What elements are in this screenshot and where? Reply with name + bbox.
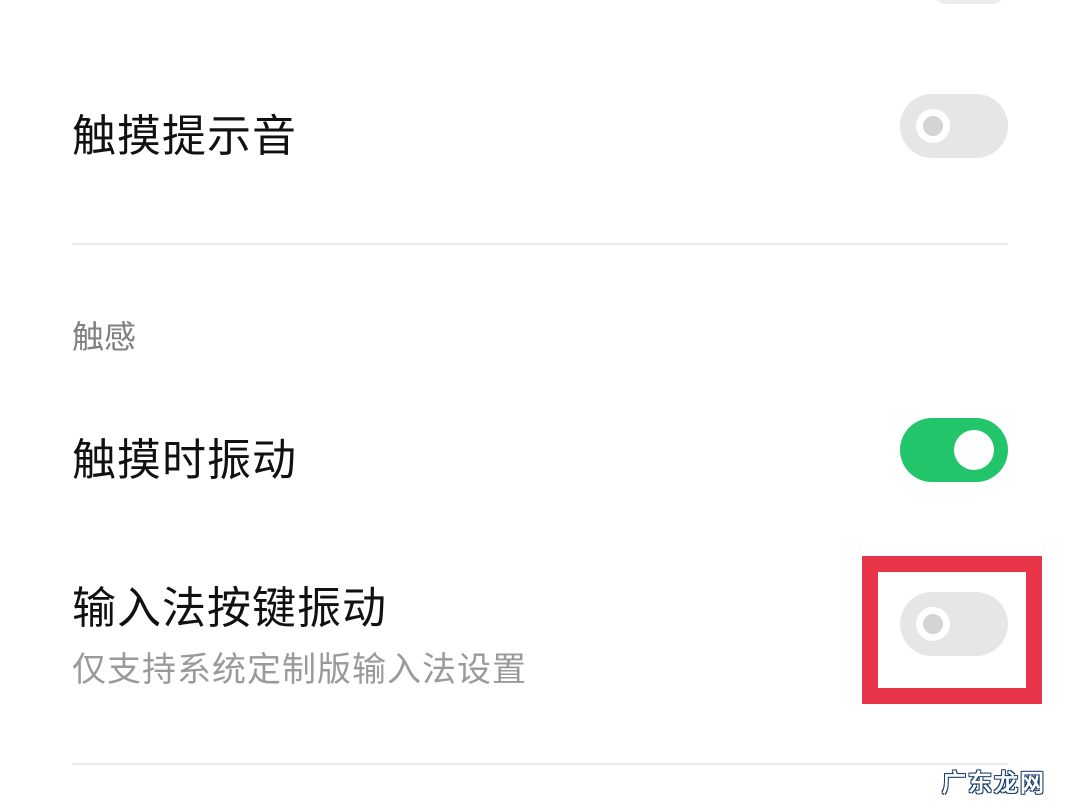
touch-sound-label: 触摸提示音 bbox=[72, 111, 297, 162]
keyboard-vibration-description: 仅支持系统定制版输入法设置 bbox=[72, 650, 527, 690]
toggle-knob bbox=[916, 109, 950, 143]
divider bbox=[72, 243, 1008, 245]
watermark-logo: 广东龙网 bbox=[942, 769, 1046, 797]
vibrate-on-touch-label: 触摸时振动 bbox=[72, 435, 297, 486]
touch-sound-toggle[interactable] bbox=[900, 94, 1008, 158]
vibrate-on-touch-toggle[interactable] bbox=[900, 418, 1008, 482]
settings-screen: 触摸提示音 触感 触摸时振动 输入法按键振动 仅支持系统定制版输入法设置 广东龙… bbox=[0, 0, 1080, 810]
haptics-section-header: 触感 bbox=[72, 318, 137, 356]
toggle-knob bbox=[954, 430, 994, 470]
partial-toggle-above[interactable] bbox=[930, 0, 1008, 4]
highlight-annotation-box bbox=[862, 556, 1042, 704]
keyboard-vibration-label: 输入法按键振动 bbox=[72, 583, 387, 634]
divider bbox=[72, 763, 1008, 765]
